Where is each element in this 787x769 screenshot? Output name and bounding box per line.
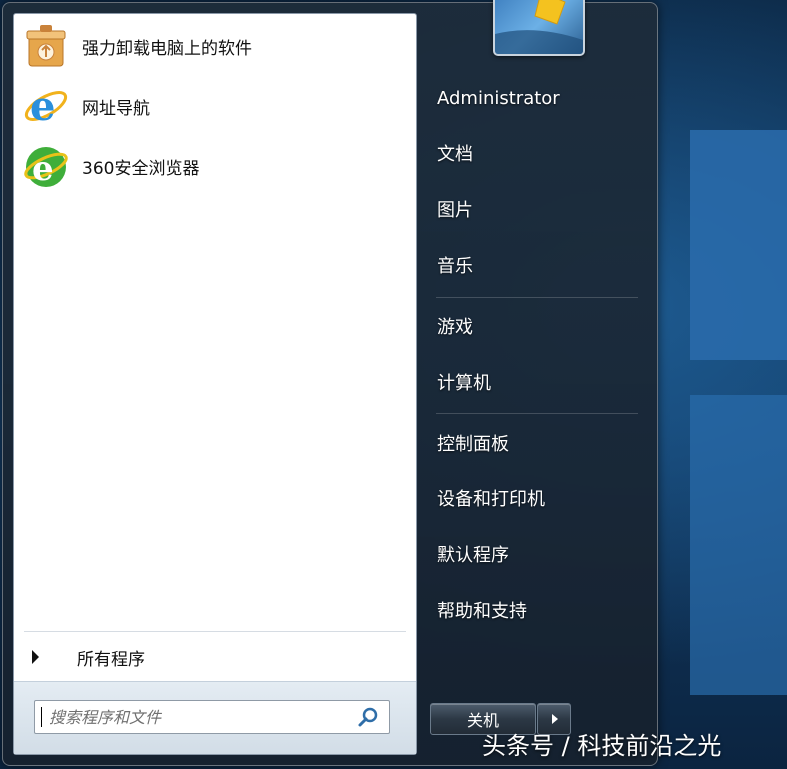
games-link[interactable]: 游戏 — [437, 310, 637, 342]
user-name-link[interactable]: Administrator — [437, 82, 637, 114]
text-caret — [41, 707, 42, 727]
chevron-right-icon — [552, 714, 558, 724]
computer-link[interactable]: 计算机 — [437, 366, 637, 398]
right-divider — [436, 413, 638, 414]
360-browser-icon: e — [22, 142, 70, 190]
svg-text:e: e — [30, 83, 55, 130]
all-programs-button[interactable]: 所有程序 — [26, 642, 406, 672]
ie-browser-icon: e — [22, 82, 70, 130]
search-area — [14, 681, 416, 754]
program-label: 强力卸载电脑上的软件 — [82, 38, 252, 59]
program-label: 网址导航 — [82, 98, 150, 119]
program-item-360-browser[interactable]: e 360安全浏览器 — [22, 138, 408, 194]
uninstaller-box-icon — [22, 22, 70, 70]
windows-logo-pane — [690, 130, 787, 360]
windows-logo-pane — [690, 395, 787, 695]
expand-arrow-icon — [32, 650, 39, 664]
search-box[interactable] — [34, 700, 390, 734]
default-programs-link[interactable]: 默认程序 — [437, 538, 637, 570]
right-divider — [436, 297, 638, 298]
documents-link[interactable]: 文档 — [437, 137, 637, 169]
program-item-uninstaller[interactable]: 强力卸载电脑上的软件 — [22, 18, 408, 74]
all-programs-divider — [24, 631, 406, 632]
help-support-link[interactable]: 帮助和支持 — [437, 594, 637, 626]
control-panel-link[interactable]: 控制面板 — [437, 427, 637, 459]
user-picture[interactable] — [493, 0, 585, 56]
music-link[interactable]: 音乐 — [437, 249, 637, 281]
program-label: 360安全浏览器 — [82, 158, 200, 179]
programs-pane: 强力卸载电脑上的软件 e 网址导航 e 360安全浏览器 所有程序 — [13, 13, 417, 755]
watermark-text: 头条号 / 科技前沿之光 — [482, 732, 722, 760]
all-programs-label: 所有程序 — [77, 649, 145, 670]
svg-text:e: e — [32, 149, 54, 189]
devices-printers-link[interactable]: 设备和打印机 — [437, 482, 637, 514]
pictures-link[interactable]: 图片 — [437, 193, 637, 225]
search-input[interactable] — [35, 702, 357, 732]
search-icon[interactable] — [357, 705, 381, 729]
program-item-web-nav[interactable]: e 网址导航 — [22, 78, 408, 134]
